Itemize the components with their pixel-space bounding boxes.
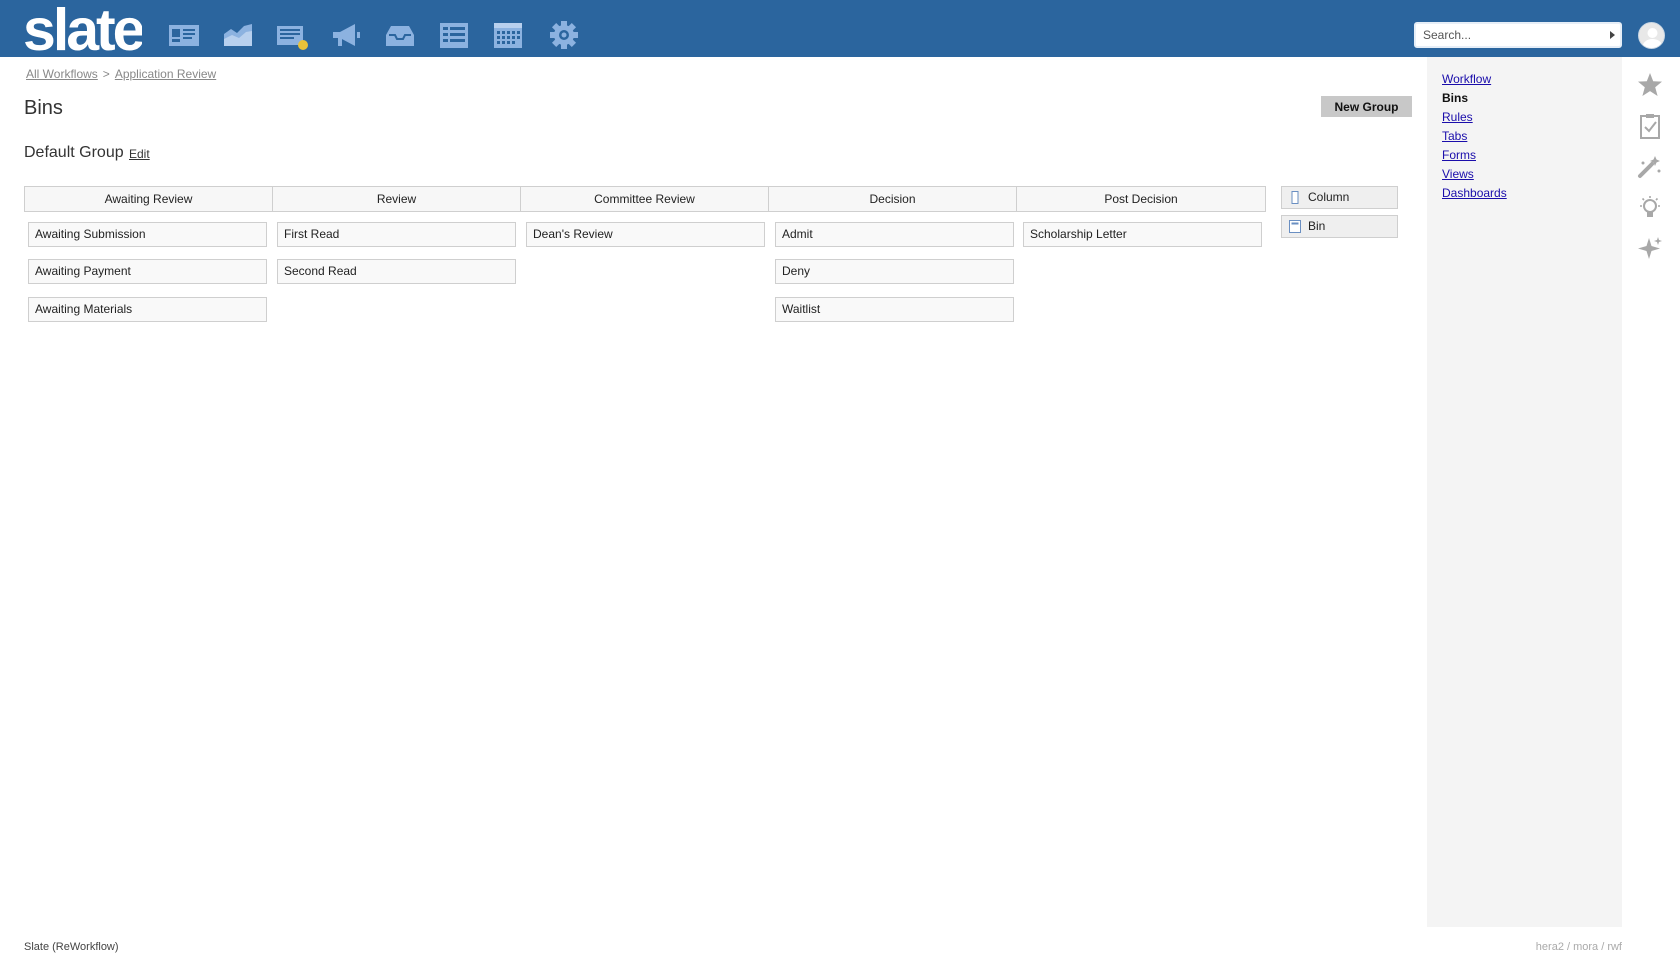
- add-bin-item[interactable]: Bin: [1281, 215, 1398, 238]
- search-input[interactable]: [1416, 24, 1606, 46]
- sidebar-link-rules[interactable]: Rules: [1442, 110, 1473, 124]
- megaphone-icon[interactable]: [330, 20, 362, 50]
- forms-list-icon[interactable]: [438, 20, 470, 50]
- group-edit-link[interactable]: Edit: [129, 147, 150, 161]
- bin-second-read[interactable]: Second Read: [277, 259, 516, 284]
- star-icon[interactable]: [1637, 72, 1663, 98]
- user-avatar[interactable]: [1638, 22, 1665, 49]
- user-silhouette-icon: [1642, 28, 1663, 48]
- slate-logo[interactable]: slate: [23, 4, 142, 57]
- contact-card-icon[interactable]: [168, 20, 200, 50]
- workflow-sidebar: Workflow Bins Rules Tabs Forms Views Das…: [1427, 57, 1622, 927]
- add-column-label: Column: [1308, 190, 1350, 204]
- breadcrumb-separator: >: [102, 67, 110, 81]
- column-icon: [1291, 191, 1299, 204]
- sidebar-link-workflow[interactable]: Workflow: [1442, 72, 1491, 86]
- column-committee-review[interactable]: Committee Review: [520, 186, 769, 212]
- bin-icon: [1289, 220, 1301, 233]
- footer-app-name: Slate (ReWorkflow): [24, 941, 119, 953]
- lightbulb-icon[interactable]: [1637, 195, 1663, 221]
- bin-deny[interactable]: Deny: [775, 259, 1014, 284]
- add-bin-label: Bin: [1308, 219, 1326, 233]
- inbox-tray-icon[interactable]: [384, 20, 416, 50]
- bin-admit[interactable]: Admit: [775, 222, 1014, 247]
- gear-icon[interactable]: [548, 20, 580, 50]
- column-review[interactable]: Review: [272, 186, 521, 212]
- bin-deans-review[interactable]: Dean's Review: [526, 222, 765, 247]
- search-submit-icon[interactable]: [1610, 31, 1615, 39]
- column-awaiting-review[interactable]: Awaiting Review: [24, 186, 273, 212]
- bin-awaiting-payment[interactable]: Awaiting Payment: [28, 259, 267, 284]
- group-title: Default Group: [24, 144, 124, 161]
- new-group-button[interactable]: New Group: [1321, 96, 1412, 117]
- top-bar: slate: [0, 0, 1680, 57]
- page-title: Bins: [24, 97, 63, 119]
- footer-server-info: hera2 / mora / rwf: [1535, 941, 1622, 953]
- add-column-item[interactable]: Column: [1281, 186, 1398, 209]
- sidebar-link-bins: Bins: [1442, 91, 1469, 105]
- sidebar-link-views[interactable]: Views: [1442, 167, 1474, 181]
- column-post-decision[interactable]: Post Decision: [1016, 186, 1266, 212]
- sidebar-link-forms[interactable]: Forms: [1442, 148, 1476, 162]
- sidebar-link-dashboards[interactable]: Dashboards: [1442, 186, 1507, 200]
- news-list-icon[interactable]: [276, 20, 308, 50]
- breadcrumb: All Workflows > Application Review: [26, 67, 216, 81]
- breadcrumb-application-review[interactable]: Application Review: [115, 67, 216, 81]
- sparkle-icon[interactable]: [1637, 236, 1663, 262]
- bin-awaiting-materials[interactable]: Awaiting Materials: [28, 297, 267, 322]
- bin-waitlist[interactable]: Waitlist: [775, 297, 1014, 322]
- calendar-icon[interactable]: [492, 20, 524, 50]
- bin-awaiting-submission[interactable]: Awaiting Submission: [28, 222, 267, 247]
- bin-scholarship-letter[interactable]: Scholarship Letter: [1023, 222, 1262, 247]
- clipboard-check-icon[interactable]: [1637, 113, 1663, 139]
- chart-area-icon[interactable]: [222, 20, 254, 50]
- column-decision[interactable]: Decision: [768, 186, 1017, 212]
- magic-wand-icon[interactable]: [1637, 154, 1663, 180]
- sidebar-link-tabs[interactable]: Tabs: [1442, 129, 1467, 143]
- bin-first-read[interactable]: First Read: [277, 222, 516, 247]
- breadcrumb-all-workflows[interactable]: All Workflows: [26, 67, 98, 81]
- search-box: [1414, 22, 1622, 48]
